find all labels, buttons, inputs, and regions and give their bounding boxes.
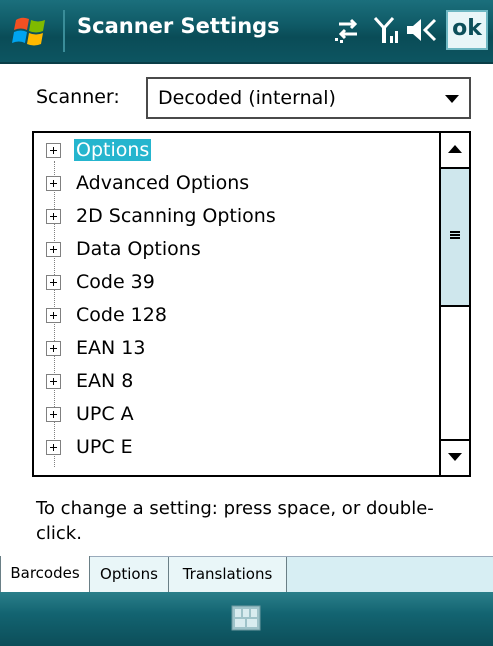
expand-plus-icon[interactable] (46, 308, 61, 323)
volume-icon[interactable] (405, 14, 439, 46)
tree-item-data-options[interactable]: Data Options (34, 234, 434, 266)
tree-item-label: EAN 13 (76, 337, 146, 359)
tree-item-label: EAN 8 (76, 370, 134, 392)
expand-plus-icon[interactable] (46, 176, 61, 191)
scanner-selected-value: Decoded (internal) (158, 87, 336, 109)
scroll-down-arrow-icon[interactable] (441, 439, 469, 475)
grip-icon (450, 231, 460, 239)
connectivity-icon[interactable] (333, 14, 363, 46)
expand-plus-icon[interactable] (46, 440, 61, 455)
keyboard-icon[interactable] (231, 605, 261, 631)
title-separator (63, 10, 65, 52)
tree-item-label: 2D Scanning Options (76, 205, 276, 227)
tree-item-label: Options (74, 139, 152, 161)
expand-plus-icon[interactable] (46, 242, 61, 257)
tree-item-ean-13[interactable]: EAN 13 (34, 333, 434, 365)
tree-item-code-39[interactable]: Code 39 (34, 267, 434, 299)
windows-start-icon[interactable] (12, 12, 52, 50)
tab-options[interactable]: Options (90, 557, 169, 592)
hint-text: To change a setting: press space, or dou… (36, 498, 434, 544)
expand-plus-icon[interactable] (46, 143, 61, 158)
tree-item-label: Code 128 (76, 304, 167, 326)
tree-item-code-128[interactable]: Code 128 (34, 300, 434, 332)
app-title: Scanner Settings (77, 14, 280, 38)
chevron-down-icon[interactable] (445, 95, 459, 103)
expand-plus-icon[interactable] (46, 341, 61, 356)
expand-plus-icon[interactable] (46, 374, 61, 389)
ok-button[interactable]: ok (446, 10, 488, 50)
tree-scrollbar[interactable] (439, 133, 469, 475)
expand-plus-icon[interactable] (46, 275, 61, 290)
title-bar: Scanner Settings ok (0, 0, 493, 64)
tree-item-label: Advanced Options (76, 172, 250, 194)
tree-item-label: Code 39 (76, 271, 155, 293)
tab-barcodes[interactable]: Barcodes (0, 556, 90, 592)
tree-item-options[interactable]: Options (34, 135, 434, 167)
scanner-label: Scanner: (36, 86, 120, 108)
tree-item-upc-e[interactable]: UPC E (34, 432, 434, 464)
tree-item-label: UPC E (76, 436, 133, 458)
tree-item-2d-scanning-options[interactable]: 2D Scanning Options (34, 201, 434, 233)
tree-item-label: Data Options (76, 238, 201, 260)
expand-plus-icon[interactable] (46, 209, 61, 224)
scroll-thumb[interactable] (441, 169, 469, 307)
tab-translations[interactable]: Translations (169, 557, 287, 592)
bottom-menu-bar (0, 592, 493, 646)
tree-item-label: UPC A (76, 403, 134, 425)
scroll-up-arrow-icon[interactable] (441, 133, 469, 169)
tree-item-upc-a[interactable]: UPC A (34, 399, 434, 431)
scanner-dropdown[interactable]: Decoded (internal) (146, 77, 471, 119)
signal-icon[interactable] (372, 14, 402, 46)
settings-tree[interactable]: Options Advanced Options 2D Scanning Opt… (32, 131, 471, 477)
tab-strip: Barcodes Options Translations (0, 556, 493, 592)
tree-item-advanced-options[interactable]: Advanced Options (34, 168, 434, 200)
expand-plus-icon[interactable] (46, 407, 61, 422)
tree-item-ean-8[interactable]: EAN 8 (34, 366, 434, 398)
